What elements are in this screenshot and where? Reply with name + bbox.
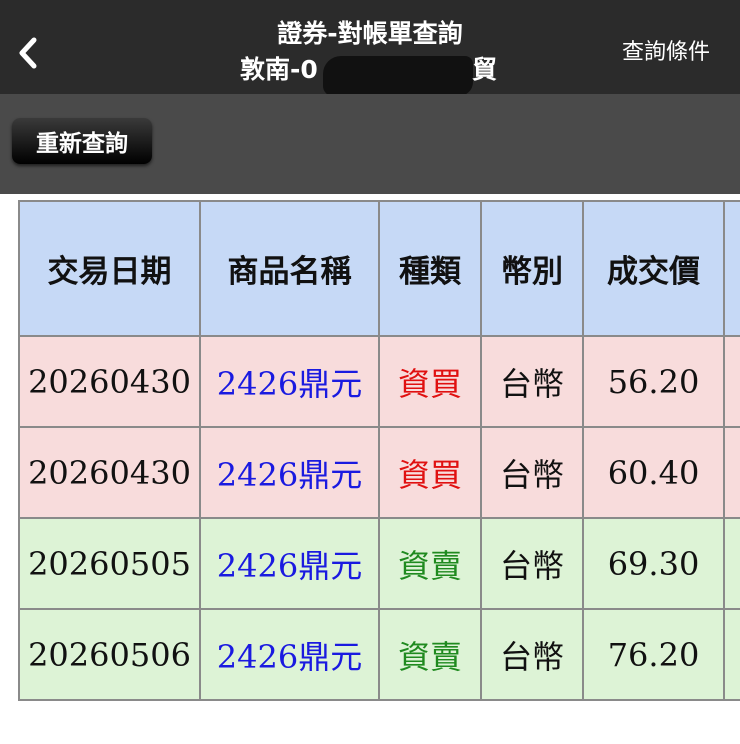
trade-type-cell: 資賣 — [378, 608, 482, 701]
table-row[interactable]: 20260430 2426鼎元 資買 台幣 60.40 — [18, 426, 740, 519]
overflow-cell — [723, 608, 740, 701]
currency-cell: 台幣 — [480, 426, 584, 519]
trade-date-cell: 20260505 — [18, 517, 201, 610]
product-name-cell: 2426鼎元 — [199, 517, 380, 610]
table-row[interactable]: 20260505 2426鼎元 資賣 台幣 69.30 — [18, 517, 740, 610]
trade-date-cell: 20260506 — [18, 608, 201, 701]
column-header-date: 交易日期 — [18, 200, 201, 337]
column-header-currency: 幣別 — [480, 200, 584, 337]
statement-table: 交易日期 商品名稱 種類 幣別 成交價 20260430 2426鼎元 資買 台… — [18, 200, 740, 701]
column-header-type: 種類 — [378, 200, 482, 337]
trade-type-cell: 資買 — [378, 335, 482, 428]
redaction-mark — [323, 56, 473, 96]
price-cell: 60.40 — [582, 426, 725, 519]
product-name-cell: 2426鼎元 — [199, 335, 380, 428]
overflow-cell — [723, 335, 740, 428]
bottom-blank-area — [0, 702, 740, 744]
column-header-product: 商品名稱 — [199, 200, 380, 337]
trade-type-cell: 資買 — [378, 426, 482, 519]
trade-date-cell: 20260430 — [18, 335, 201, 428]
column-header-overflow — [723, 200, 740, 337]
column-header-price: 成交價 — [582, 200, 725, 337]
table-header-row: 交易日期 商品名稱 種類 幣別 成交價 — [18, 200, 740, 337]
requery-button[interactable]: 重新查詢 — [12, 118, 152, 164]
product-name-cell: 2426鼎元 — [199, 426, 380, 519]
account-subtitle-prefix: 敦南-0 — [240, 55, 318, 84]
overflow-cell — [723, 426, 740, 519]
top-navigation-bar: 證券-對帳單查詢 敦南-0 貿 查詢條件 — [0, 0, 740, 96]
trade-type-cell: 資賣 — [378, 517, 482, 610]
table-row[interactable]: 20260506 2426鼎元 資賣 台幣 76.20 — [18, 608, 740, 701]
trade-date-cell: 20260430 — [18, 426, 201, 519]
currency-cell: 台幣 — [480, 517, 584, 610]
query-conditions-button[interactable]: 查詢條件 — [622, 38, 710, 68]
currency-cell: 台幣 — [480, 608, 584, 701]
price-cell: 56.20 — [582, 335, 725, 428]
currency-cell: 台幣 — [480, 335, 584, 428]
account-subtitle-suffix: 貿 — [472, 55, 498, 84]
table-row[interactable]: 20260430 2426鼎元 資買 台幣 56.20 — [18, 335, 740, 428]
price-cell: 76.20 — [582, 608, 725, 701]
statement-table-container[interactable]: 交易日期 商品名稱 種類 幣別 成交價 20260430 2426鼎元 資買 台… — [18, 200, 740, 702]
product-name-cell: 2426鼎元 — [199, 608, 380, 701]
toolbar: 重新查詢 — [0, 94, 740, 194]
price-cell: 69.30 — [582, 517, 725, 610]
overflow-cell — [723, 517, 740, 610]
